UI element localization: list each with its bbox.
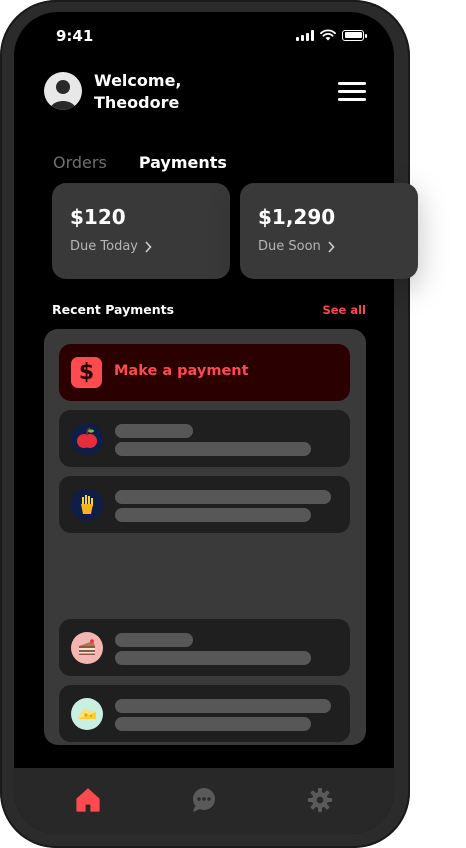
hamburger-menu-button[interactable] — [338, 82, 366, 102]
signal-icon — [296, 29, 314, 41]
status-time: 9:41 — [56, 27, 94, 45]
placeholder-bar — [115, 442, 311, 456]
fries-icon — [71, 489, 103, 521]
placeholder-bar — [115, 717, 311, 731]
app-screen: 9:41 Welcome, Theodore Orders Payments $… — [14, 12, 394, 834]
due-soon-amount: $1,290 — [258, 205, 336, 229]
welcome-text: Welcome, Theodore — [94, 70, 182, 114]
tabs: Orders Payments — [53, 153, 227, 172]
battery-icon — [342, 29, 367, 41]
payment-list-item[interactable] — [59, 619, 350, 676]
due-soon-card[interactable]: $1,290 Due Soon — [240, 183, 418, 279]
placeholder-bar — [115, 490, 331, 504]
nav-chat-button[interactable] — [190, 786, 218, 814]
header: Welcome, Theodore — [14, 70, 394, 116]
welcome-greeting: Welcome, — [94, 71, 182, 90]
dollar-icon: $ — [71, 357, 102, 388]
due-today-label: Due Today — [70, 239, 138, 254]
home-icon — [76, 788, 100, 812]
wifi-icon — [320, 29, 336, 41]
status-icons — [296, 29, 367, 41]
recent-payments-header: Recent Payments See all — [52, 301, 366, 321]
chevron-right-icon — [145, 240, 152, 253]
placeholder-bar — [115, 424, 193, 438]
due-today-link[interactable]: Due Today — [70, 239, 152, 254]
due-today-amount: $120 — [70, 205, 126, 229]
due-soon-label: Due Soon — [258, 239, 321, 254]
placeholder-bar — [115, 508, 311, 522]
avatar[interactable] — [44, 72, 82, 110]
nav-settings-button[interactable] — [306, 786, 334, 814]
phone-frame: 9:41 Welcome, Theodore Orders Payments $… — [0, 0, 410, 848]
payment-list-item[interactable] — [59, 410, 350, 467]
make-payment-label: Make a payment — [114, 363, 249, 379]
status-bar: 9:41 — [14, 12, 394, 58]
chevron-right-icon — [328, 240, 335, 253]
placeholder-bar — [115, 633, 193, 647]
placeholder-bar — [115, 651, 311, 665]
apple-icon — [71, 423, 103, 455]
see-all-link[interactable]: See all — [322, 303, 366, 317]
nav-home-button[interactable] — [74, 786, 102, 814]
gear-icon — [308, 788, 332, 812]
tab-payments[interactable]: Payments — [139, 153, 227, 172]
payment-list-item[interactable] — [59, 476, 350, 533]
placeholder-bar — [115, 699, 331, 713]
cheese-icon — [71, 698, 103, 730]
make-payment-button[interactable]: $ Make a payment — [59, 344, 350, 401]
user-name: Theodore — [94, 93, 180, 112]
due-soon-link[interactable]: Due Soon — [258, 239, 335, 254]
chat-icon — [193, 788, 215, 812]
recent-payments-title: Recent Payments — [52, 302, 175, 317]
payment-list-item[interactable] — [59, 685, 350, 742]
cake-icon — [71, 632, 103, 664]
bottom-nav — [14, 768, 394, 834]
user-icon — [50, 80, 76, 110]
due-today-card[interactable]: $120 Due Today — [52, 183, 230, 279]
recent-payments-list: $ Make a payment — [44, 329, 366, 745]
tab-orders[interactable]: Orders — [53, 153, 107, 172]
